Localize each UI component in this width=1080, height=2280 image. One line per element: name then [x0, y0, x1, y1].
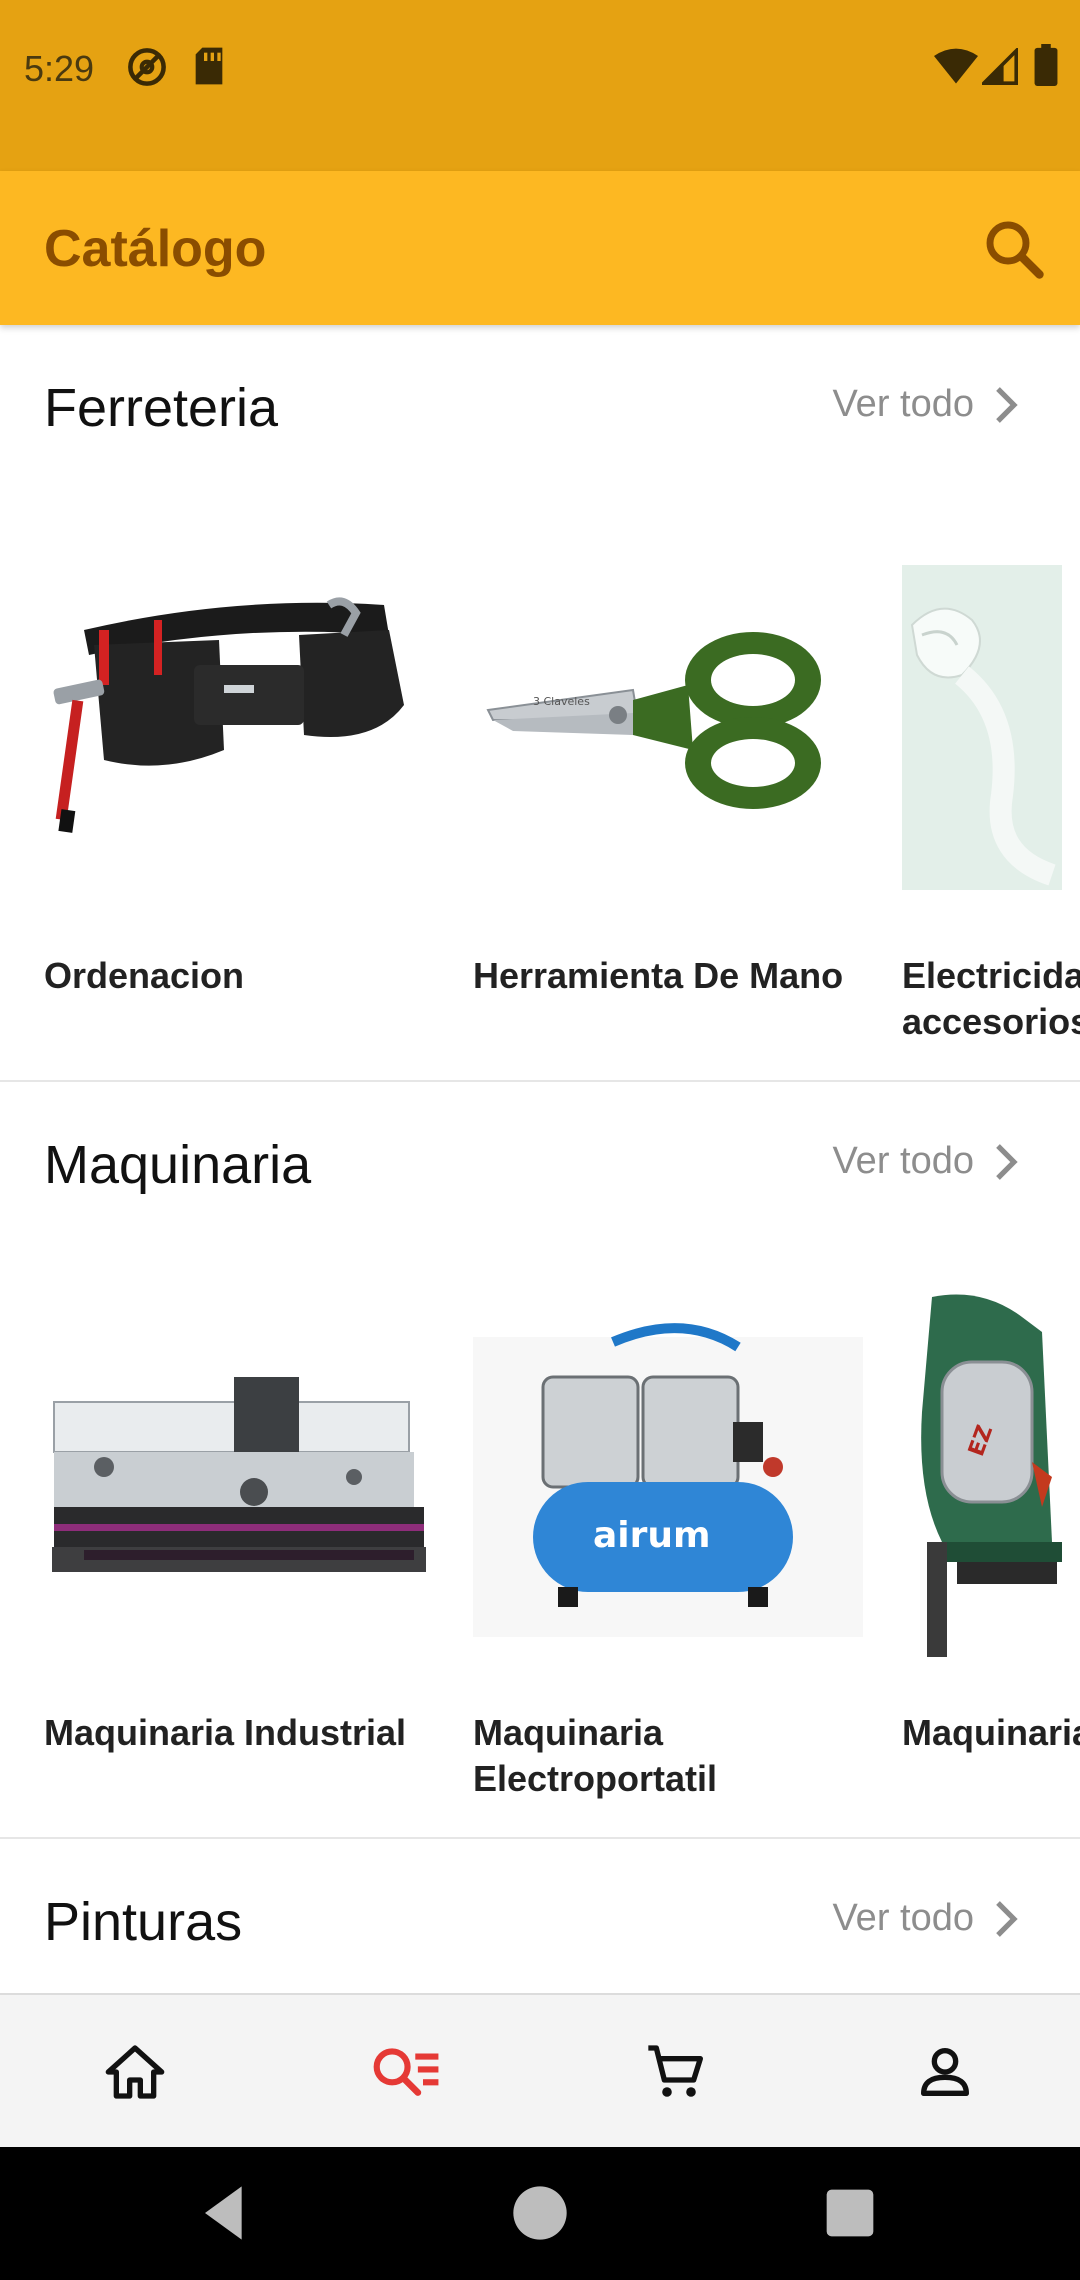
- category-card[interactable]: Electricidad accesorios: [902, 535, 1080, 1055]
- section-ferreteria: Ferreteria Ver todo Ordenacion 3 Clavele…: [0, 325, 1080, 1082]
- section-pinturas: Pinturas Ver todo: [0, 1839, 1080, 1995]
- nav-profile[interactable]: [810, 1995, 1080, 2149]
- nav-cart[interactable]: [540, 1995, 810, 2149]
- see-all-label: Ver todo: [832, 383, 974, 425]
- back-icon[interactable]: [185, 2173, 265, 2253]
- home-circle-icon[interactable]: [500, 2173, 580, 2253]
- category-carousel[interactable]: Maquinaria Industrial airum Maquinaria E…: [0, 1292, 1080, 1812]
- search-button[interactable]: [978, 213, 1050, 285]
- section-title: Maquinaria: [44, 1135, 312, 1195]
- category-label: Ordenacion: [44, 955, 245, 996]
- chevron-right-icon: [996, 1900, 1018, 1937]
- category-label: Electricidad accesorios: [902, 955, 1080, 1042]
- bottom-navigation: [0, 1993, 1080, 2147]
- section-title: Ferreteria: [44, 378, 279, 438]
- see-all-button[interactable]: Ver todo: [832, 1140, 1020, 1183]
- nav-catalog[interactable]: [270, 1995, 540, 2149]
- nav-home[interactable]: [0, 1995, 270, 2149]
- do-not-disturb-icon: [128, 48, 166, 86]
- system-navigation-bar: [0, 2147, 1080, 2280]
- category-label: Maquinaria Electroportatil: [473, 1712, 718, 1799]
- electrical-tape-image: [902, 535, 1080, 925]
- svg-text:3 Claveles: 3 Claveles: [533, 695, 590, 708]
- category-card[interactable]: airum Maquinaria Electroportatil: [473, 1292, 863, 1812]
- battery-icon: [1034, 44, 1058, 86]
- see-all-button[interactable]: Ver todo: [832, 1897, 1020, 1940]
- status-bar: 5:29: [0, 0, 1080, 171]
- category-label: Herramienta De Mano: [473, 955, 844, 996]
- section-maquinaria: Maquinaria Ver todo Maquinaria Industria…: [0, 1082, 1080, 1839]
- wifi-icon: [934, 48, 978, 84]
- see-all-label: Ver todo: [832, 1897, 974, 1939]
- tool-belt-image: [44, 535, 434, 925]
- signal-icon: [982, 48, 1018, 85]
- chevron-right-icon: [996, 386, 1018, 423]
- catalog-list[interactable]: Ferreteria Ver todo Ordenacion 3 Clavele…: [0, 325, 1080, 1995]
- person-icon: [921, 2048, 969, 2096]
- lathe-image: [44, 1292, 434, 1682]
- app-bar: Catálogo: [0, 171, 1080, 325]
- search-icon: [986, 221, 1044, 279]
- status-time: 5:29: [24, 48, 95, 89]
- scissors-image: 3 Claveles: [473, 535, 863, 925]
- sd-card-icon: [195, 47, 223, 85]
- section-title: Pinturas: [44, 1892, 243, 1952]
- home-icon: [105, 2045, 165, 2099]
- page-title: Catálogo: [44, 220, 267, 278]
- category-card[interactable]: Ordenacion: [44, 535, 434, 1055]
- nail-gun-image: EZ: [902, 1292, 1080, 1682]
- svg-text:airum: airum: [593, 1515, 711, 1556]
- catalog-search-icon: [373, 2048, 439, 2096]
- category-carousel[interactable]: Ordenacion 3 Claveles Herramienta De Man…: [0, 535, 1080, 1055]
- category-label: Maquinaria Madera: [902, 1712, 1080, 1753]
- category-card[interactable]: EZ Maquinaria Madera: [902, 1292, 1080, 1812]
- category-label: Maquinaria Industrial: [44, 1712, 407, 1753]
- category-card[interactable]: 3 Claveles Herramienta De Mano: [473, 535, 863, 1055]
- recents-icon[interactable]: [810, 2173, 890, 2253]
- chevron-right-icon: [996, 1143, 1018, 1180]
- category-card[interactable]: Maquinaria Industrial: [44, 1292, 434, 1812]
- cart-icon: [648, 2045, 703, 2097]
- see-all-button[interactable]: Ver todo: [832, 383, 1020, 426]
- air-compressor-image: airum: [473, 1292, 863, 1682]
- see-all-label: Ver todo: [832, 1140, 974, 1182]
